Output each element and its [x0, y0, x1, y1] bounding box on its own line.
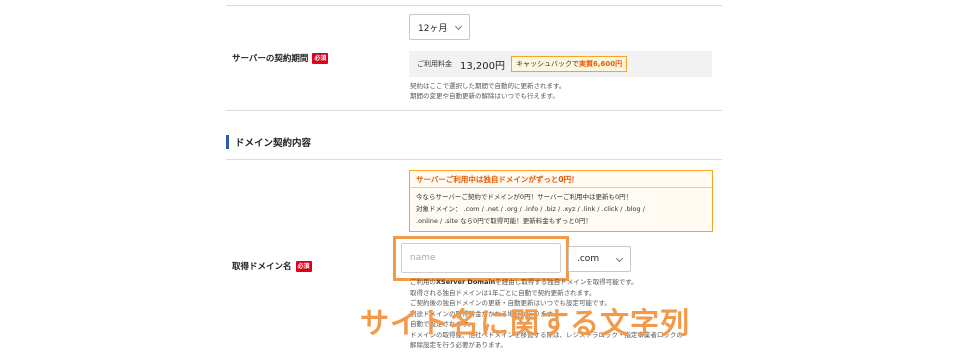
xserver-domain-brand: XServer Domain	[436, 278, 496, 286]
section-accent-bar	[226, 135, 229, 149]
domain-name-label-text: 取得ドメイン名	[232, 262, 292, 272]
contract-note-line: 契約はここで選択した期間で自動的に更新されます。	[410, 82, 566, 90]
required-badge: 必須	[295, 260, 312, 272]
chevron-down-icon	[615, 254, 624, 263]
chevron-down-icon	[454, 22, 463, 31]
promo-line: .online / .site なら0円で取得可能！更新料金もずっと0円！	[416, 217, 592, 225]
divider-top	[226, 5, 722, 6]
promo-headline: サーバーご利用中は独自ドメインがずっと0円！	[410, 171, 712, 188]
divider	[226, 159, 722, 160]
promo-body: 今ならサーバーご契約でドメインが0円！サーバーご利用中は更新も0円！ 対象ドメイ…	[416, 191, 645, 227]
price-label: ご利用料金	[417, 60, 452, 68]
contract-note-line: 期間の変更や自動更新の解除はいつでも行えます。	[410, 92, 559, 100]
domain-desc-line: ご利用のXServer Domainを経由し取得する独自ドメインを取得可能です。	[410, 278, 638, 286]
annotation-caption: サイト名に関する文字列	[360, 306, 691, 340]
contract-period-label: サーバーの契約期間 必須	[232, 52, 329, 64]
domain-desc-line: 取得される独自ドメインは1年ごとに自動で契約更新されます。	[410, 288, 596, 297]
price-value: 13,200円	[460, 60, 505, 72]
cashback-badge: キャッシュバックで実質6,600円	[511, 56, 628, 72]
cashback-prefix: キャッシュバックで	[516, 60, 579, 68]
promo-line: 今ならサーバーご契約でドメインが0円！サーバーご利用中は更新も0円！	[416, 193, 633, 201]
contract-period-label-text: サーバーの契約期間	[232, 54, 309, 64]
contract-period-value: 12ヶ月	[418, 23, 448, 34]
section-title-domain: ドメイン契約内容	[226, 135, 311, 149]
promo-box: サーバーご利用中は独自ドメインがずっと0円！ 今ならサーバーご契約でドメインが0…	[409, 170, 713, 232]
contract-period-select[interactable]: 12ヶ月	[409, 14, 470, 40]
tld-select[interactable]: .com	[568, 246, 631, 272]
tld-value: .com	[577, 254, 600, 264]
price-summary: ご利用料金 13,200円 キャッシュバックで実質6,600円	[409, 51, 712, 77]
divider	[226, 110, 722, 111]
contract-note: 契約はここで選択した期間で自動的に更新されます。 期間の変更や自動更新の解除はい…	[410, 81, 565, 101]
domain-name-label: 取得ドメイン名 必須	[232, 260, 312, 272]
promo-line: 対象ドメイン： .com / .net / .org / .info / .bi…	[416, 205, 645, 213]
required-badge: 必須	[312, 52, 329, 64]
input-highlight-frame	[393, 236, 569, 281]
section-title-text: ドメイン契約内容	[235, 138, 312, 149]
cashback-amount: 実質6,600円	[579, 60, 623, 68]
